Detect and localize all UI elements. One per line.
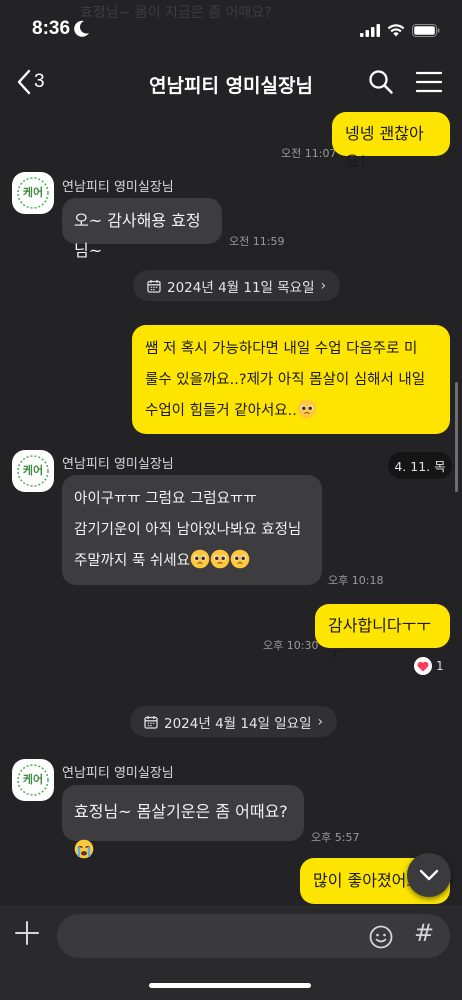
plus-icon[interactable]	[14, 920, 40, 950]
reaction-count: 1	[436, 659, 444, 673]
background-preview-text: 효정님~ 몸이 지금은 좀 어때요?	[80, 5, 272, 21]
message-time: 오전 11:07	[281, 147, 337, 160]
chevron-right-icon: ›	[317, 713, 324, 730]
message-time: 오전 11:59	[229, 235, 285, 248]
chevron-right-icon: ›	[320, 277, 327, 294]
chat-header: 3 연남피티 영미실장님	[0, 55, 462, 111]
outgoing-message[interactable]: 감사합니다ㅜㅜㅜ	[315, 604, 450, 663]
pleading-face-icon	[210, 549, 230, 569]
date-divider-label: 2024년 4월 14일 일요일	[164, 715, 312, 732]
status-icons	[360, 22, 440, 41]
outgoing-message[interactable]: 쌤 저 혹시 가능하다면 내일 수업 다음주로 미 룰수 있을까요..?제가 아…	[132, 325, 450, 434]
message-line: 주말까지 푹 쉬세요	[74, 546, 310, 577]
crying-face-icon	[74, 839, 94, 859]
scroll-to-bottom-button[interactable]	[407, 853, 451, 897]
avatar[interactable]: 케어	[12, 172, 54, 214]
incoming-message[interactable]: 오~ 감사해용 효정님~	[62, 198, 222, 260]
message-line: 감기기운이 아직 남아있나봐요 효정님	[74, 522, 302, 538]
avatar-logo-text: 케어	[23, 463, 43, 477]
date-divider[interactable]: 2024년 4월 14일 일요일 ›	[130, 706, 338, 737]
pleading-face-icon	[190, 549, 210, 569]
reaction-badge[interactable]: 1	[414, 657, 444, 675]
message-composer: #	[0, 905, 462, 1000]
home-indicator	[149, 983, 311, 988]
incoming-message[interactable]: 아이구ㅠㅠ 그럼요 그럼요ㅠㅠ 감기기운이 아직 남아있나봐요 효정님 주말까지…	[62, 475, 322, 585]
menu-icon[interactable]	[415, 71, 443, 97]
sender-name: 연남피티 영미실장님	[62, 457, 174, 472]
calendar-icon	[144, 715, 158, 729]
message-time: 오후 5:57	[311, 831, 360, 844]
calendar-icon	[147, 279, 161, 293]
avatar[interactable]: 케어	[12, 450, 54, 492]
message-line: 룰수 있을까요..?제가 아직 몸살이 심해서 내일	[145, 372, 426, 388]
sender-name: 연남피티 영미실장님	[62, 766, 174, 781]
search-icon[interactable]	[368, 69, 394, 99]
incoming-message[interactable]: 효정님~ 몸살기운은 좀 어때요?	[62, 785, 304, 859]
sender-name: 연남피티 영미실장님	[62, 180, 174, 195]
chevron-down-icon	[419, 869, 439, 881]
pleading-face-icon	[297, 399, 317, 419]
date-divider[interactable]: 2024년 4월 11일 목요일 ›	[133, 270, 341, 301]
date-divider-label: 2024년 4월 11일 목요일	[167, 279, 315, 296]
pleading-face-icon	[230, 549, 250, 569]
message-line: 수업이 힘들거 같아서요..	[145, 396, 437, 427]
floating-date-badge: 4. 11. 목	[388, 452, 452, 479]
avatar-logo-text: 케어	[23, 772, 43, 786]
battery-icon	[412, 22, 440, 41]
signal-icon	[360, 22, 380, 41]
message-line: 아이구ㅠㅠ 그럼요 그럼요ㅠㅠ	[74, 491, 257, 507]
avatar-logo-text: 케어	[23, 185, 43, 199]
moon-icon	[74, 20, 90, 42]
avatar[interactable]: 케어	[12, 759, 54, 801]
scrollbar[interactable]	[455, 382, 458, 492]
status-time: 8:36	[32, 18, 71, 39]
emoji-icon[interactable]	[369, 925, 393, 953]
message-time: 오후 10:18	[328, 574, 384, 587]
wifi-icon	[387, 22, 405, 41]
message-time: 오후 10:30	[263, 639, 319, 652]
hashtag-icon[interactable]: #	[414, 919, 434, 947]
outgoing-message[interactable]: 넹넹 괜찮아요!	[332, 112, 450, 171]
status-bar: 효정님~ 몸이 지금은 좀 어때요? 8:36	[0, 0, 462, 60]
message-line: 쌤 저 혹시 가능하다면 내일 수업 다음주로 미	[145, 341, 418, 357]
heart-icon	[414, 657, 432, 675]
